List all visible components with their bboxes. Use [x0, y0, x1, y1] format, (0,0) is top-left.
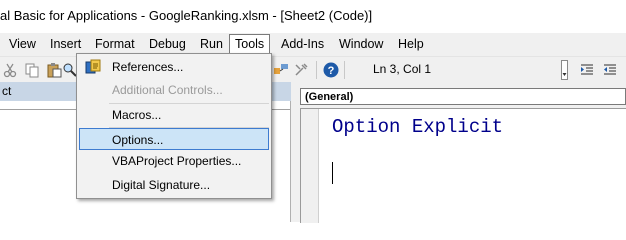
- menu-item-label: VBAProject Properties...: [112, 154, 242, 168]
- menu-format[interactable]: Format: [91, 36, 139, 52]
- menu-item-label: Digital Signature...: [112, 178, 211, 192]
- code-window: (General) Option Explicit: [291, 82, 626, 223]
- tools-menu-dropdown: References... Additional Controls... Mac…: [76, 53, 272, 199]
- title-bar: al Basic for Applications - GoogleRankin…: [0, 0, 626, 33]
- toolbar-grip[interactable]: [561, 60, 568, 80]
- menu-item-options[interactable]: Options...: [79, 128, 269, 150]
- indent-icon[interactable]: [579, 62, 595, 78]
- code-editor[interactable]: Option Explicit: [300, 108, 626, 223]
- menu-add-ins[interactable]: Add-Ins: [277, 36, 328, 52]
- menu-item-digital-signature[interactable]: Digital Signature...: [79, 174, 269, 196]
- paste-icon[interactable]: [46, 62, 62, 78]
- menu-run[interactable]: Run: [196, 36, 227, 52]
- menu-item-label: Additional Controls...: [112, 83, 223, 97]
- menu-tools[interactable]: Tools: [229, 34, 271, 54]
- object-combo[interactable]: (General): [300, 88, 626, 105]
- code-line[interactable]: Option Explicit: [332, 116, 503, 138]
- menu-debug[interactable]: Debug: [145, 36, 190, 52]
- menu-insert[interactable]: Insert: [46, 36, 85, 52]
- outdent-icon[interactable]: [602, 62, 618, 78]
- toolbar-overflow-icon: [562, 73, 567, 76]
- menu-item-label: Options...: [112, 133, 164, 147]
- toolbar-separator: [344, 61, 345, 79]
- svg-text:?: ?: [328, 65, 335, 77]
- menu-item-macros[interactable]: Macros...: [79, 104, 269, 126]
- menu-help[interactable]: Help: [394, 36, 428, 52]
- text-caret: [332, 162, 333, 184]
- menu-item-label: Macros...: [112, 108, 162, 122]
- menu-window[interactable]: Window: [335, 36, 387, 52]
- menu-item-references[interactable]: References...: [79, 56, 269, 78]
- object-browser-icon[interactable]: [273, 62, 289, 78]
- toolbox-icon[interactable]: [293, 62, 309, 78]
- toolbar-separator: [316, 61, 317, 79]
- menu-item-vbaproject-properties[interactable]: VBAProject Properties...: [79, 150, 269, 172]
- menu-view[interactable]: View: [5, 36, 40, 52]
- references-icon: [85, 59, 101, 74]
- copy-icon[interactable]: [24, 62, 40, 78]
- window-title: al Basic for Applications - GoogleRankin…: [0, 8, 373, 23]
- cut-icon[interactable]: [2, 62, 18, 78]
- menu-item-additional-controls: Additional Controls...: [79, 79, 269, 101]
- menu-item-label: References...: [112, 60, 184, 74]
- cursor-position: Ln 3, Col 1: [369, 60, 563, 79]
- margin-indicator-bar[interactable]: [301, 109, 319, 223]
- help-icon[interactable]: ?: [323, 62, 339, 78]
